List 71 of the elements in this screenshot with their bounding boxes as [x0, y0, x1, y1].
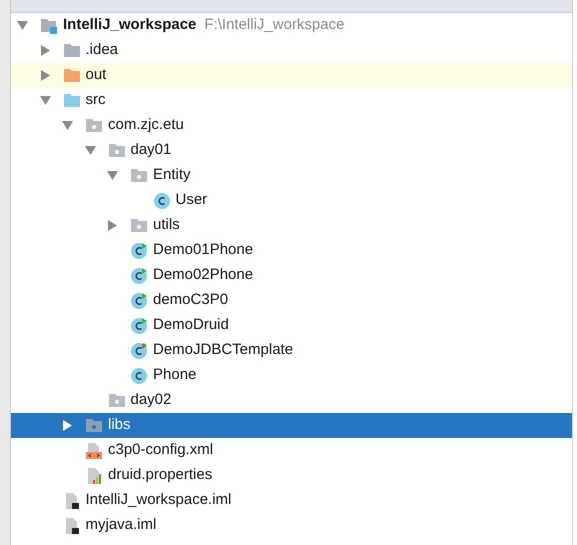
item-label: DemoDruid [153, 315, 229, 336]
item-path: F:\IntelliJ_workspace [204, 15, 344, 36]
item-label: c3p0-config.xml [108, 440, 214, 460]
collapse-arrow-icon[interactable] [84, 145, 96, 156]
package-icon [85, 418, 103, 433]
item-label: User [176, 190, 208, 210]
item-label: Entity [153, 165, 191, 186]
collapse-arrow-icon[interactable] [17, 20, 28, 31]
tree-item[interactable]: libs [11, 413, 572, 438]
tree-item[interactable]: utils [11, 213, 572, 238]
item-label: src [86, 90, 106, 110]
expand-arrow-icon[interactable] [40, 70, 50, 81]
tree-item[interactable]: Phone [11, 363, 572, 388]
item-label: .idea [86, 40, 118, 60]
item-label: druid.properties [108, 465, 212, 486]
expand-arrow-icon[interactable] [62, 420, 73, 431]
tree-item[interactable]: Entity [11, 163, 572, 188]
item-label: com.zjc.etu [108, 115, 184, 136]
item-label: myjava.iml [86, 515, 156, 536]
tree-item[interactable]: day01 [11, 138, 572, 163]
item-label: day02 [130, 390, 172, 410]
tree-item[interactable]: Demo01Phone [11, 238, 572, 263]
item-label: utils [153, 215, 180, 236]
folder-icon [62, 93, 80, 108]
properties-file-icon [85, 466, 103, 484]
package-icon [108, 143, 126, 158]
tree-item[interactable]: c3p0-config.xml [11, 438, 572, 463]
tree-item[interactable]: Demo02Phone [11, 263, 572, 288]
class-icon [130, 366, 148, 384]
item-label: IntelliJ_workspace [63, 15, 196, 36]
item-label: day01 [130, 140, 172, 160]
item-label: demoC3P0 [153, 290, 228, 310]
tree-item[interactable]: DemoJDBCTemplate [11, 338, 572, 363]
package-icon [85, 118, 103, 133]
collapse-arrow-icon[interactable] [62, 120, 73, 131]
class-icon [130, 342, 148, 360]
expand-arrow-icon[interactable] [107, 220, 118, 231]
tree-item[interactable]: day02 [11, 388, 572, 413]
class-icon [130, 266, 148, 284]
tree-item[interactable]: myjava.iml [11, 513, 572, 538]
tree-item[interactable]: druid.properties [11, 463, 572, 488]
tree-item[interactable]: .idea [11, 38, 572, 63]
tree-item[interactable]: User [11, 188, 572, 213]
package-icon [108, 393, 126, 408]
folder-icon [62, 43, 80, 58]
xml-file-icon [85, 442, 103, 460]
tree-item[interactable]: IntelliJ_workspace.iml [11, 488, 572, 513]
tree-item[interactable]: com.zjc.etu [11, 113, 572, 138]
item-label: DemoJDBCTemplate [153, 340, 294, 360]
package-icon [130, 168, 148, 183]
item-label: out [86, 65, 106, 86]
item-label: Demo01Phone [153, 240, 254, 260]
item-label: libs [108, 415, 131, 436]
tree-item[interactable]: demoC3P0 [11, 288, 572, 313]
item-label: Demo02Phone [153, 265, 254, 286]
class-icon [130, 292, 148, 310]
tree-item[interactable]: src [11, 88, 572, 113]
collapse-arrow-icon[interactable] [107, 170, 118, 181]
tree-item[interactable]: out [11, 63, 572, 88]
class-icon [152, 192, 170, 210]
item-label: Phone [153, 365, 196, 386]
tree-item[interactable]: DemoDruid [11, 313, 572, 338]
tree-item[interactable]: IntelliJ_workspace F:\IntelliJ_workspace [11, 13, 572, 38]
class-icon [130, 242, 148, 260]
item-label: IntelliJ_workspace.iml [86, 490, 232, 510]
class-icon [130, 316, 148, 334]
module-icon [40, 18, 58, 34]
folder-icon [62, 68, 80, 83]
package-icon [130, 218, 148, 233]
expand-arrow-icon[interactable] [40, 45, 50, 56]
collapse-arrow-icon[interactable] [40, 95, 50, 106]
